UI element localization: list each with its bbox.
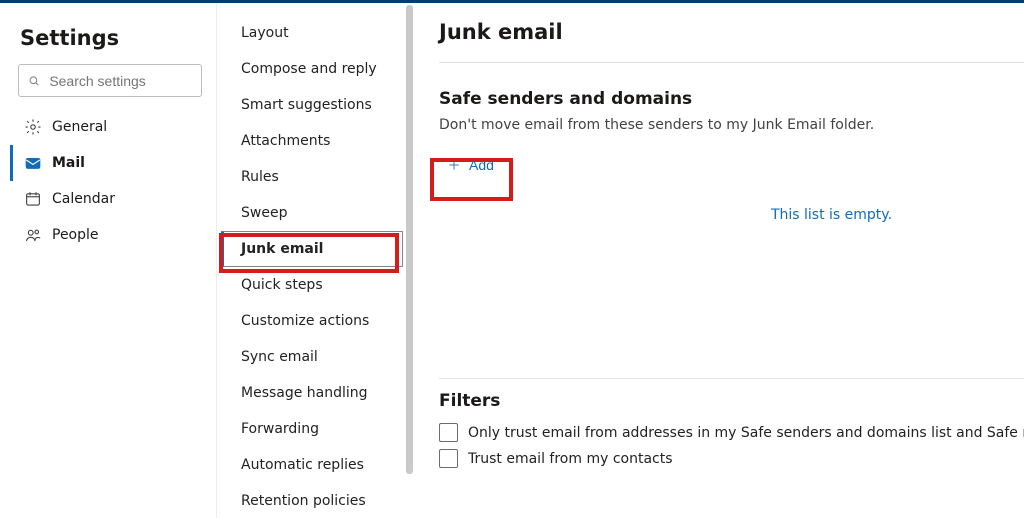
subpage-item-retention-policies[interactable]: Retention policies [217, 483, 403, 518]
category-label: People [52, 227, 99, 243]
subpage-item-sync-email[interactable]: Sync email [217, 339, 403, 375]
subpage-item-smart-suggestions[interactable]: Smart suggestions [217, 87, 403, 123]
subpage-item-forwarding[interactable]: Forwarding [217, 411, 403, 447]
settings-title: Settings [20, 26, 202, 50]
add-button-label: Add [469, 157, 494, 173]
subpage-item-junk-email[interactable]: Junk email [221, 231, 403, 267]
category-mail[interactable]: Mail [10, 145, 202, 181]
subpage-item-attachments[interactable]: Attachments [217, 123, 403, 159]
subpage-item-message-handling[interactable]: Message handling [217, 375, 403, 411]
subpage-list: LayoutCompose and replySmart suggestions… [217, 11, 413, 518]
checkbox-label: Trust email from my contacts [468, 451, 673, 467]
gear-icon [24, 118, 42, 136]
subpage-item-automatic-replies[interactable]: Automatic replies [217, 447, 403, 483]
mail-icon [24, 154, 42, 172]
settings-search[interactable] [18, 64, 202, 97]
category-label: Mail [52, 155, 85, 171]
checkbox[interactable] [439, 449, 458, 468]
calendar-icon [24, 190, 42, 208]
subpage-item-quick-steps[interactable]: Quick steps [217, 267, 403, 303]
settings-subpages-panel: LayoutCompose and replySmart suggestions… [217, 3, 413, 518]
settings-search-input[interactable] [47, 72, 192, 90]
junk-email-panel: Junk email Safe senders and domains Don'… [413, 3, 1024, 518]
divider [439, 378, 1024, 379]
people-icon [24, 226, 42, 244]
category-people[interactable]: People [10, 217, 202, 253]
filters-title: Filters [439, 391, 1024, 411]
checkbox-label: Only trust email from addresses in my Sa… [468, 425, 1024, 441]
category-calendar[interactable]: Calendar [10, 181, 202, 217]
subpage-item-layout[interactable]: Layout [217, 15, 403, 51]
category-label: Calendar [52, 191, 115, 207]
search-icon [28, 74, 40, 88]
category-general[interactable]: General [10, 109, 202, 145]
panel-title: Junk email [439, 20, 1024, 44]
filter-trust-contacts[interactable]: Trust email from my contacts [439, 449, 1024, 468]
divider [439, 62, 1024, 63]
add-safe-sender-button[interactable]: Add [439, 151, 502, 179]
filter-only-trust-safe[interactable]: Only trust email from addresses in my Sa… [439, 423, 1024, 442]
plus-icon [447, 158, 461, 172]
category-label: General [52, 119, 107, 135]
subpage-item-customize-actions[interactable]: Customize actions [217, 303, 403, 339]
subpage-item-rules[interactable]: Rules [217, 159, 403, 195]
safe-senders-description: Don't move email from these senders to m… [439, 117, 1024, 133]
settings-window: Settings General Mail Calendar People La… [0, 0, 1024, 518]
safe-senders-empty-message: This list is empty. [639, 207, 1024, 223]
subpage-item-sweep[interactable]: Sweep [217, 195, 403, 231]
subpage-item-compose-and-reply[interactable]: Compose and reply [217, 51, 403, 87]
checkbox[interactable] [439, 423, 458, 442]
scrollbar-thumb[interactable] [406, 5, 413, 474]
subpage-scrollbar[interactable] [406, 5, 413, 515]
safe-senders-title: Safe senders and domains [439, 89, 1024, 109]
settings-categories-panel: Settings General Mail Calendar People [0, 3, 217, 518]
